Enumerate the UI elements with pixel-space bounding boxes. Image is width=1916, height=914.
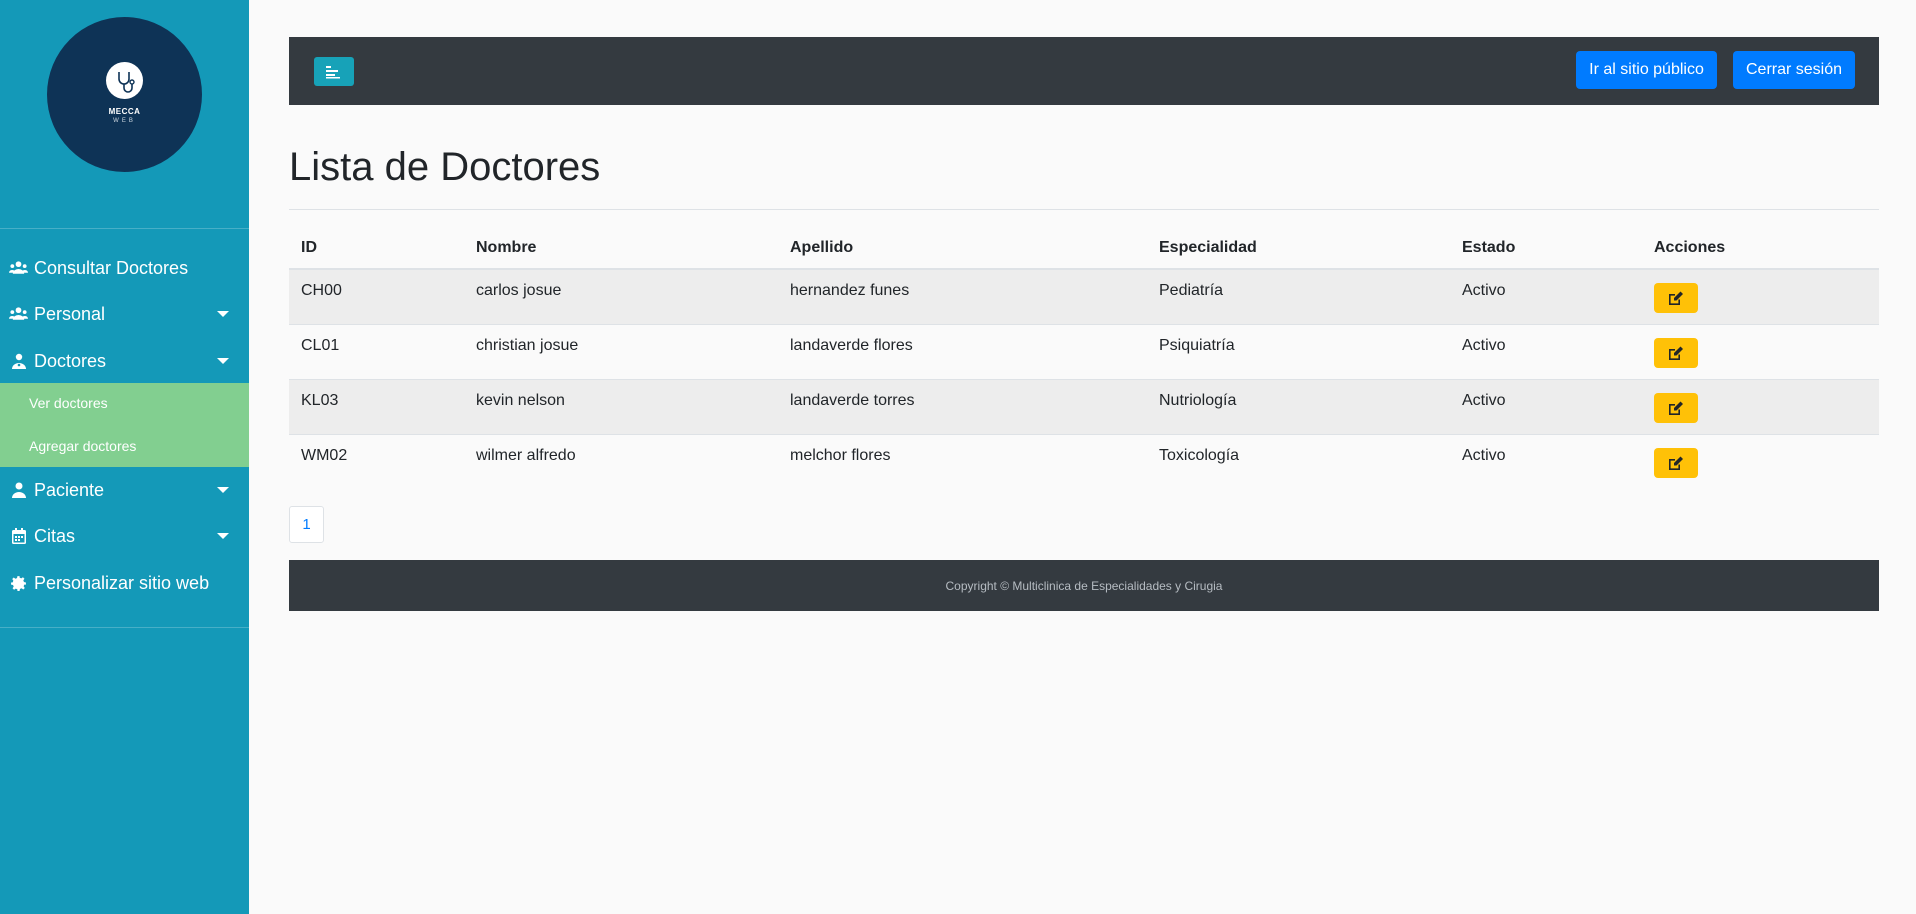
title-divider: [289, 209, 1879, 210]
edit-button[interactable]: [1654, 283, 1698, 313]
cell-especialidad: Nutriología: [1159, 392, 1237, 409]
column-header-acciones: Acciones: [1654, 239, 1726, 256]
cell-apellido: melchor flores: [790, 447, 891, 464]
edit-icon: [1669, 401, 1683, 415]
cell-nombre: wilmer alfredo: [476, 447, 576, 464]
pagination-page-1[interactable]: 1: [289, 506, 324, 543]
sidebar-item-paciente[interactable]: Paciente: [0, 470, 249, 510]
table-row: WM02 wilmer alfredo melchor flores Toxic…: [289, 435, 1879, 490]
table-row: CL01 christian josue landaverde flores P…: [289, 325, 1879, 380]
table-row: CH00 carlos josue hernandez funes Pediat…: [289, 270, 1879, 325]
brand-logo[interactable]: MECCA WEB: [47, 17, 202, 172]
calendar-icon: [9, 527, 28, 545]
sidebar-item-label: Personal: [34, 303, 106, 324]
column-header-especialidad: Especialidad: [1159, 239, 1257, 256]
sidebar-item-personalizar-sitio-web[interactable]: Personalizar sitio web: [0, 563, 249, 603]
sidebar-item-label: Citas: [34, 525, 76, 546]
cell-apellido: landaverde torres: [790, 392, 915, 409]
cell-estado: Activo: [1462, 392, 1506, 409]
sidebar-item-doctores[interactable]: Doctores: [0, 341, 249, 381]
sidebar: MECCA WEB Consultar Doctores Personal Do…: [0, 0, 249, 914]
cell-id: WM02: [301, 447, 348, 464]
edit-icon: [1669, 456, 1683, 470]
cell-id: CL01: [301, 337, 340, 354]
caret-down-icon: [217, 533, 229, 539]
user-icon: [9, 481, 28, 499]
edit-button[interactable]: [1654, 448, 1698, 478]
table-row: KL03 kevin nelson landaverde torres Nutr…: [289, 380, 1879, 435]
stethoscope-icon: [106, 62, 143, 99]
users-icon: [9, 259, 28, 277]
sidebar-item-personal[interactable]: Personal: [0, 294, 249, 334]
cell-estado: Activo: [1462, 447, 1506, 464]
edit-button[interactable]: [1654, 338, 1698, 368]
cell-id: CH00: [301, 282, 342, 299]
footer-copyright: Copyright © Multiclinica de Especialidad…: [945, 578, 1223, 593]
cell-especialidad: Psiquiatría: [1159, 337, 1235, 354]
footer: Copyright © Multiclinica de Especialidad…: [289, 560, 1879, 611]
sidebar-item-label: Paciente: [34, 479, 105, 500]
column-header-id: ID: [301, 239, 317, 256]
sidebar-item-citas[interactable]: Citas: [0, 516, 249, 556]
sidebar-toggle-button[interactable]: [314, 57, 354, 86]
cell-id: KL03: [301, 392, 339, 409]
cell-estado: Activo: [1462, 337, 1506, 354]
sidebar-divider-top: [0, 228, 249, 229]
cell-especialidad: Pediatría: [1159, 282, 1224, 299]
sidebar-divider-bottom: [0, 627, 249, 628]
cell-nombre: carlos josue: [476, 282, 562, 299]
align-left-icon: [326, 65, 340, 78]
cell-nombre: kevin nelson: [476, 392, 565, 409]
caret-down-icon: [217, 487, 229, 493]
caret-down-icon: [217, 311, 229, 317]
public-site-button[interactable]: Ir al sitio público: [1576, 51, 1717, 89]
cell-apellido: landaverde flores: [790, 337, 913, 354]
cell-especialidad: Toxicología: [1159, 447, 1240, 464]
submenu-item-ver-doctores[interactable]: Ver doctores: [29, 395, 108, 411]
logout-button[interactable]: Cerrar sesión: [1733, 51, 1855, 89]
table-header: ID Nombre Apellido Especialidad Estado A…: [289, 227, 1879, 270]
doctores-submenu: Ver doctores Agregar doctores: [0, 383, 249, 467]
top-navbar: Ir al sitio público Cerrar sesión: [289, 37, 1879, 105]
brand-name: MECCA: [108, 107, 141, 116]
doctor-icon: [9, 352, 28, 370]
cell-nombre: christian josue: [476, 337, 579, 354]
doctors-table: ID Nombre Apellido Especialidad Estado A…: [289, 227, 1879, 490]
sidebar-item-consultar-doctores[interactable]: Consultar Doctores: [0, 248, 249, 288]
sidebar-item-label: Personalizar sitio web: [34, 572, 210, 593]
column-header-nombre: Nombre: [476, 239, 537, 256]
users-icon: [9, 305, 28, 323]
page-title: Lista de Doctores: [289, 145, 601, 189]
cell-apellido: hernandez funes: [790, 282, 910, 299]
sidebar-item-label: Doctores: [34, 350, 107, 371]
caret-down-icon: [217, 358, 229, 364]
sidebar-item-label: Consultar Doctores: [34, 257, 189, 278]
column-header-estado: Estado: [1462, 239, 1516, 256]
brand-sub: WEB: [113, 118, 136, 124]
cell-estado: Activo: [1462, 282, 1506, 299]
edit-icon: [1669, 291, 1683, 305]
edit-icon: [1669, 346, 1683, 360]
edit-button[interactable]: [1654, 393, 1698, 423]
column-header-apellido: Apellido: [790, 239, 854, 256]
submenu-item-agregar-doctores[interactable]: Agregar doctores: [29, 438, 136, 454]
gear-icon: [9, 574, 28, 592]
